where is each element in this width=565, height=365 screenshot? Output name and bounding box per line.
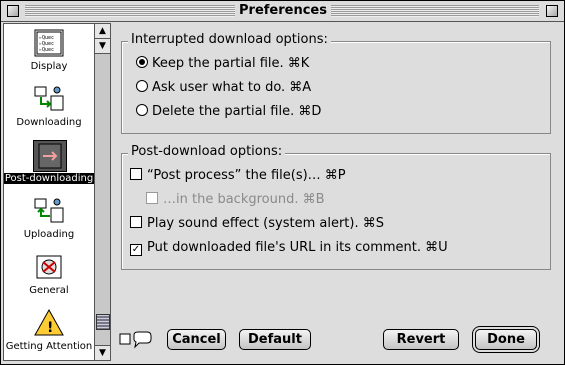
option-label: “Post process” the file(s)… ⌘P [147, 168, 346, 183]
sidebar-item-downloading[interactable]: Downloading [4, 80, 94, 136]
radio-delete-partial[interactable]: Delete the partial file. ⌘D [136, 104, 321, 119]
group-title: Post-download options: [128, 144, 286, 159]
checkbox-url-comment[interactable]: ✓ Put downloaded file's URL in its commen… [130, 240, 448, 256]
sidebar-item-label: Downloading [16, 117, 82, 128]
help-balloon-icon[interactable] [119, 331, 153, 349]
zoom-box[interactable] [546, 5, 558, 17]
downloading-icon [34, 86, 64, 111]
sidebar-item-getting-attention[interactable]: ! Getting Attention [4, 304, 94, 360]
sidebar-item-display[interactable]: ▹Quec ▹Quec ▹Quec Display [4, 24, 94, 80]
option-label: Delete the partial file. ⌘D [152, 104, 322, 119]
sidebar-item-label: General [29, 285, 69, 296]
post-downloading-icon [33, 140, 67, 172]
uploading-icon [34, 198, 64, 223]
category-sidebar: ▹Quec ▹Quec ▹Quec Display Downloading Post… [3, 23, 95, 361]
cancel-button[interactable]: Cancel [167, 329, 226, 350]
title-bar[interactable]: Preferences [1, 1, 564, 22]
radio-keep-partial[interactable]: Keep the partial file. ⌘K [136, 56, 309, 71]
checkbox-checked[interactable]: ✓ [130, 244, 142, 256]
svg-text:▹Quec: ▹Quec [39, 47, 54, 53]
revert-button[interactable]: Revert [383, 329, 459, 350]
post-download-group: Post-download options: “Post process” th… [121, 144, 551, 270]
option-label: Play sound effect (system alert). ⌘S [147, 216, 384, 231]
checkbox[interactable] [130, 168, 142, 180]
close-box[interactable] [7, 5, 19, 17]
sidebar-item-label: Getting Attention [5, 341, 93, 352]
radio-ask-user[interactable]: Ask user what to do. ⌘A [136, 80, 311, 95]
interrupted-download-group: Interrupted download options: Keep the p… [121, 32, 551, 134]
checkbox-in-background[interactable]: …in the background. ⌘B [146, 192, 325, 207]
title-bar-stripes-left [25, 5, 235, 17]
title-bar-stripes-right [331, 5, 539, 17]
display-icon: ▹Quec▹Quec▹Quec [34, 29, 64, 57]
window-title: Preferences [237, 3, 329, 18]
radio-button[interactable] [136, 80, 148, 92]
scroll-up-arrow-icon[interactable]: ▲ [95, 24, 110, 39]
sidebar-item-post-downloading[interactable]: Post-downloading [4, 136, 94, 192]
sidebar-item-general[interactable]: General [4, 248, 94, 304]
checkbox-play-sound[interactable]: Play sound effect (system alert). ⌘S [130, 216, 384, 231]
preferences-window: Preferences ▹Quec ▹Quec ▹Quec Display Do… [0, 0, 565, 365]
group-title: Interrupted download options: [128, 32, 331, 47]
option-label: Put downloaded file's URL in its comment… [147, 240, 448, 255]
option-label: Keep the partial file. ⌘K [152, 56, 310, 71]
getting-attention-icon: ! [34, 308, 64, 336]
sidebar-item-label: Uploading [23, 229, 75, 240]
default-button[interactable]: Default [239, 329, 311, 350]
sidebar-item-uploading[interactable]: Uploading [4, 192, 94, 248]
option-label: Ask user what to do. ⌘A [152, 80, 312, 95]
checkbox[interactable] [130, 216, 142, 228]
option-label: …in the background. ⌘B [163, 192, 325, 207]
svg-text:!: ! [47, 320, 53, 336]
scroll-down-arrow-icon[interactable]: ▼ [95, 39, 110, 54]
checkbox-post-process[interactable]: “Post process” the file(s)… ⌘P [130, 168, 346, 183]
radio-button[interactable] [136, 104, 148, 116]
sidebar-scrollbar[interactable]: ▲ ▼ ▼ [94, 23, 111, 361]
scroll-down-arrow-icon[interactable]: ▼ [95, 345, 110, 360]
sidebar-item-label: Post-downloading [4, 173, 94, 184]
checkbox[interactable] [146, 192, 158, 204]
sidebar-item-label: Display [30, 61, 68, 72]
scroll-thumb[interactable] [96, 314, 110, 330]
done-button[interactable]: Done [475, 329, 537, 350]
radio-button[interactable] [136, 56, 148, 68]
general-icon [36, 255, 62, 279]
